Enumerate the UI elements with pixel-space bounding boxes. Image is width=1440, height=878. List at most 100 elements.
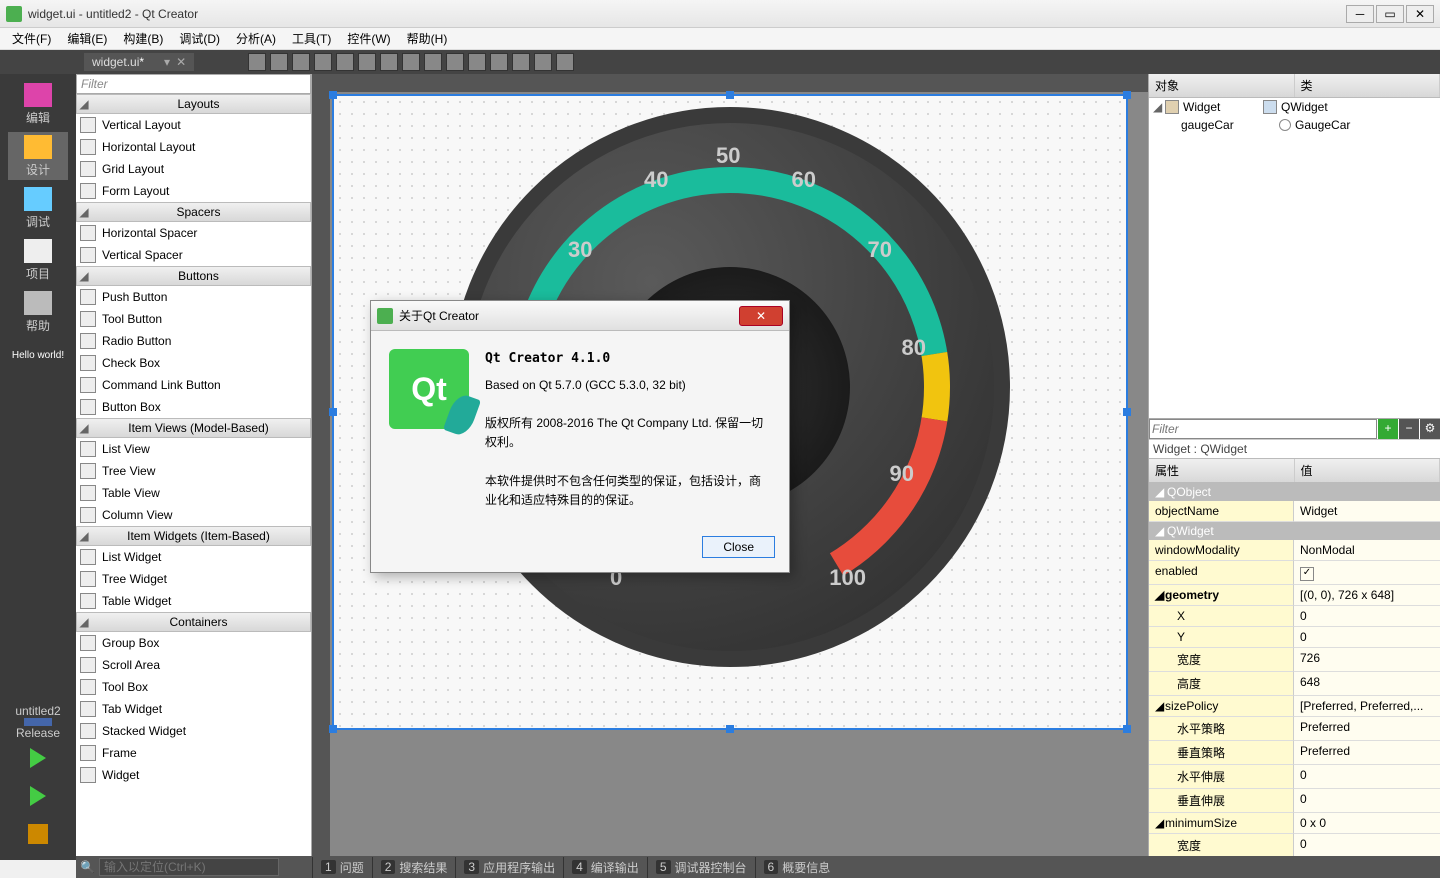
output-tab[interactable]: 2搜索结果 <box>372 857 456 878</box>
widgetbox-item[interactable]: Button Box <box>76 396 311 418</box>
widgetbox-group-header[interactable]: ◢Spacers <box>76 202 311 222</box>
prop-row[interactable]: ◢minimumSize0 x 0 <box>1149 813 1440 834</box>
widgetbox-filter[interactable]: Filter <box>76 74 311 94</box>
widgetbox-item[interactable]: Tool Button <box>76 308 311 330</box>
widgetbox-group-header[interactable]: ◢Buttons <box>76 266 311 286</box>
menu-widgets[interactable]: 控件(W) <box>339 28 398 49</box>
prop-row[interactable]: 垂直伸展0 <box>1149 789 1440 813</box>
widgetbox-item[interactable]: Form Layout <box>76 180 311 202</box>
prop-row[interactable]: 水平策略Preferred <box>1149 717 1440 741</box>
tool-icon[interactable] <box>534 53 552 71</box>
prop-col-value[interactable]: 值 <box>1295 459 1440 482</box>
kit-selector[interactable]: untitled2 Release <box>8 704 68 740</box>
widgetbox-item[interactable]: Radio Button <box>76 330 311 352</box>
object-tree[interactable]: ◢Widget QWidget gaugeCar GaugeCar <box>1149 98 1440 418</box>
prop-row[interactable]: 垂直策略Preferred <box>1149 741 1440 765</box>
object-row[interactable]: gaugeCar GaugeCar <box>1149 116 1440 134</box>
widgetbox-item[interactable]: List Widget <box>76 546 311 568</box>
tool-icon[interactable] <box>556 53 574 71</box>
tool-icon[interactable] <box>380 53 398 71</box>
remove-property-button[interactable]: − <box>1399 419 1419 439</box>
output-tab[interactable]: 3应用程序输出 <box>455 857 563 878</box>
prop-row[interactable]: ◢sizePolicy[Preferred, Preferred,... <box>1149 696 1440 717</box>
tool-icon[interactable] <box>358 53 376 71</box>
widgetbox-item[interactable]: Frame <box>76 742 311 764</box>
resize-handle[interactable] <box>329 91 337 99</box>
widgetbox-group-header[interactable]: ◢Containers <box>76 612 311 632</box>
prop-row[interactable]: 宽度0 <box>1149 834 1440 858</box>
mode-design[interactable]: 设计 <box>8 132 68 180</box>
prop-row[interactable]: X0 <box>1149 606 1440 627</box>
prop-col-name[interactable]: 属性 <box>1149 459 1295 482</box>
menu-edit[interactable]: 编辑(E) <box>59 28 115 49</box>
property-filter-input[interactable] <box>1149 419 1377 439</box>
widgetbox-group-header[interactable]: ◢Item Views (Model-Based) <box>76 418 311 438</box>
debug-run-button[interactable] <box>8 780 68 816</box>
widgetbox-item[interactable]: Push Button <box>76 286 311 308</box>
widgetbox-item[interactable]: Column View <box>76 504 311 526</box>
tool-icon[interactable] <box>248 53 266 71</box>
menu-analyze[interactable]: 分析(A) <box>228 28 284 49</box>
widgetbox-item[interactable]: Tree Widget <box>76 568 311 590</box>
close-button[interactable]: ✕ <box>1406 5 1434 23</box>
menu-tools[interactable]: 工具(T) <box>284 28 339 49</box>
tool-icon[interactable] <box>292 53 310 71</box>
property-table[interactable]: ◢QObject objectNameWidget ◢QWidget windo… <box>1149 483 1440 860</box>
prop-row[interactable]: enabled <box>1149 561 1440 585</box>
widgetbox-item[interactable]: Vertical Layout <box>76 114 311 136</box>
output-tab[interactable]: 1问题 <box>312 857 372 878</box>
menu-file[interactable]: 文件(F) <box>4 28 59 49</box>
widgetbox-item[interactable]: Tree View <box>76 460 311 482</box>
close-button[interactable]: Close <box>702 536 775 558</box>
widgetbox-item[interactable]: Stacked Widget <box>76 720 311 742</box>
widgetbox-item[interactable]: Check Box <box>76 352 311 374</box>
widgetbox-item[interactable]: Tab Widget <box>76 698 311 720</box>
tool-icon[interactable] <box>512 53 530 71</box>
tool-icon[interactable] <box>424 53 442 71</box>
menu-debug[interactable]: 调试(D) <box>171 28 228 49</box>
dialog-titlebar[interactable]: 关于Qt Creator ✕ <box>371 301 789 331</box>
mode-debug[interactable]: 调试 <box>8 184 68 232</box>
widgetbox-item[interactable]: Horizontal Layout <box>76 136 311 158</box>
resize-handle[interactable] <box>1123 91 1131 99</box>
tab-close-icon[interactable]: ✕ <box>176 55 186 69</box>
tool-icon[interactable] <box>446 53 464 71</box>
widgetbox-item[interactable]: Widget <box>76 764 311 786</box>
widgetbox-item[interactable]: Group Box <box>76 632 311 654</box>
build-button[interactable] <box>8 818 68 854</box>
resize-handle[interactable] <box>726 91 734 99</box>
prop-row[interactable]: windowModalityNonModal <box>1149 540 1440 561</box>
prop-group-qwidget[interactable]: ◢QWidget <box>1149 522 1440 540</box>
prop-row[interactable]: objectNameWidget <box>1149 501 1440 522</box>
minimize-button[interactable]: ─ <box>1346 5 1374 23</box>
widgetbox-item[interactable]: Table View <box>76 482 311 504</box>
tool-icon[interactable] <box>402 53 420 71</box>
widgetbox-item[interactable]: Vertical Spacer <box>76 244 311 266</box>
run-button[interactable] <box>8 742 68 778</box>
widgetbox-item[interactable]: Scroll Area <box>76 654 311 676</box>
editor-tab[interactable]: widget.ui* ▾ ✕ <box>84 53 194 71</box>
tree-arrow-icon[interactable]: ◢ <box>1153 100 1165 114</box>
prop-row[interactable]: ◢geometry[(0, 0), 726 x 648] <box>1149 585 1440 606</box>
mode-edit[interactable]: 编辑 <box>8 80 68 128</box>
prop-row[interactable]: 水平伸展0 <box>1149 765 1440 789</box>
widgetbox-item[interactable]: Horizontal Spacer <box>76 222 311 244</box>
prop-group-qobject[interactable]: ◢QObject <box>1149 483 1440 501</box>
object-row[interactable]: ◢Widget QWidget <box>1149 98 1440 116</box>
output-tab[interactable]: 4编译输出 <box>563 857 647 878</box>
property-menu-button[interactable]: ⚙ <box>1420 419 1440 439</box>
widgetbox-item[interactable]: Tool Box <box>76 676 311 698</box>
prop-row[interactable]: Y0 <box>1149 627 1440 648</box>
tab-dropdown-icon[interactable]: ▾ <box>164 55 170 69</box>
add-property-button[interactable]: + <box>1378 419 1398 439</box>
dialog-close-button[interactable]: ✕ <box>739 306 783 326</box>
widgetbox-item[interactable]: Command Link Button <box>76 374 311 396</box>
widgetbox-item[interactable]: List View <box>76 438 311 460</box>
output-tab[interactable]: 5调试器控制台 <box>647 857 755 878</box>
resize-handle[interactable] <box>726 725 734 733</box>
widgetbox-group-header[interactable]: ◢Item Widgets (Item-Based) <box>76 526 311 546</box>
objtree-col-class[interactable]: 类 <box>1295 74 1440 97</box>
resize-handle[interactable] <box>1123 725 1131 733</box>
prop-row[interactable]: 高度648 <box>1149 672 1440 696</box>
locator-input[interactable] <box>99 858 279 876</box>
